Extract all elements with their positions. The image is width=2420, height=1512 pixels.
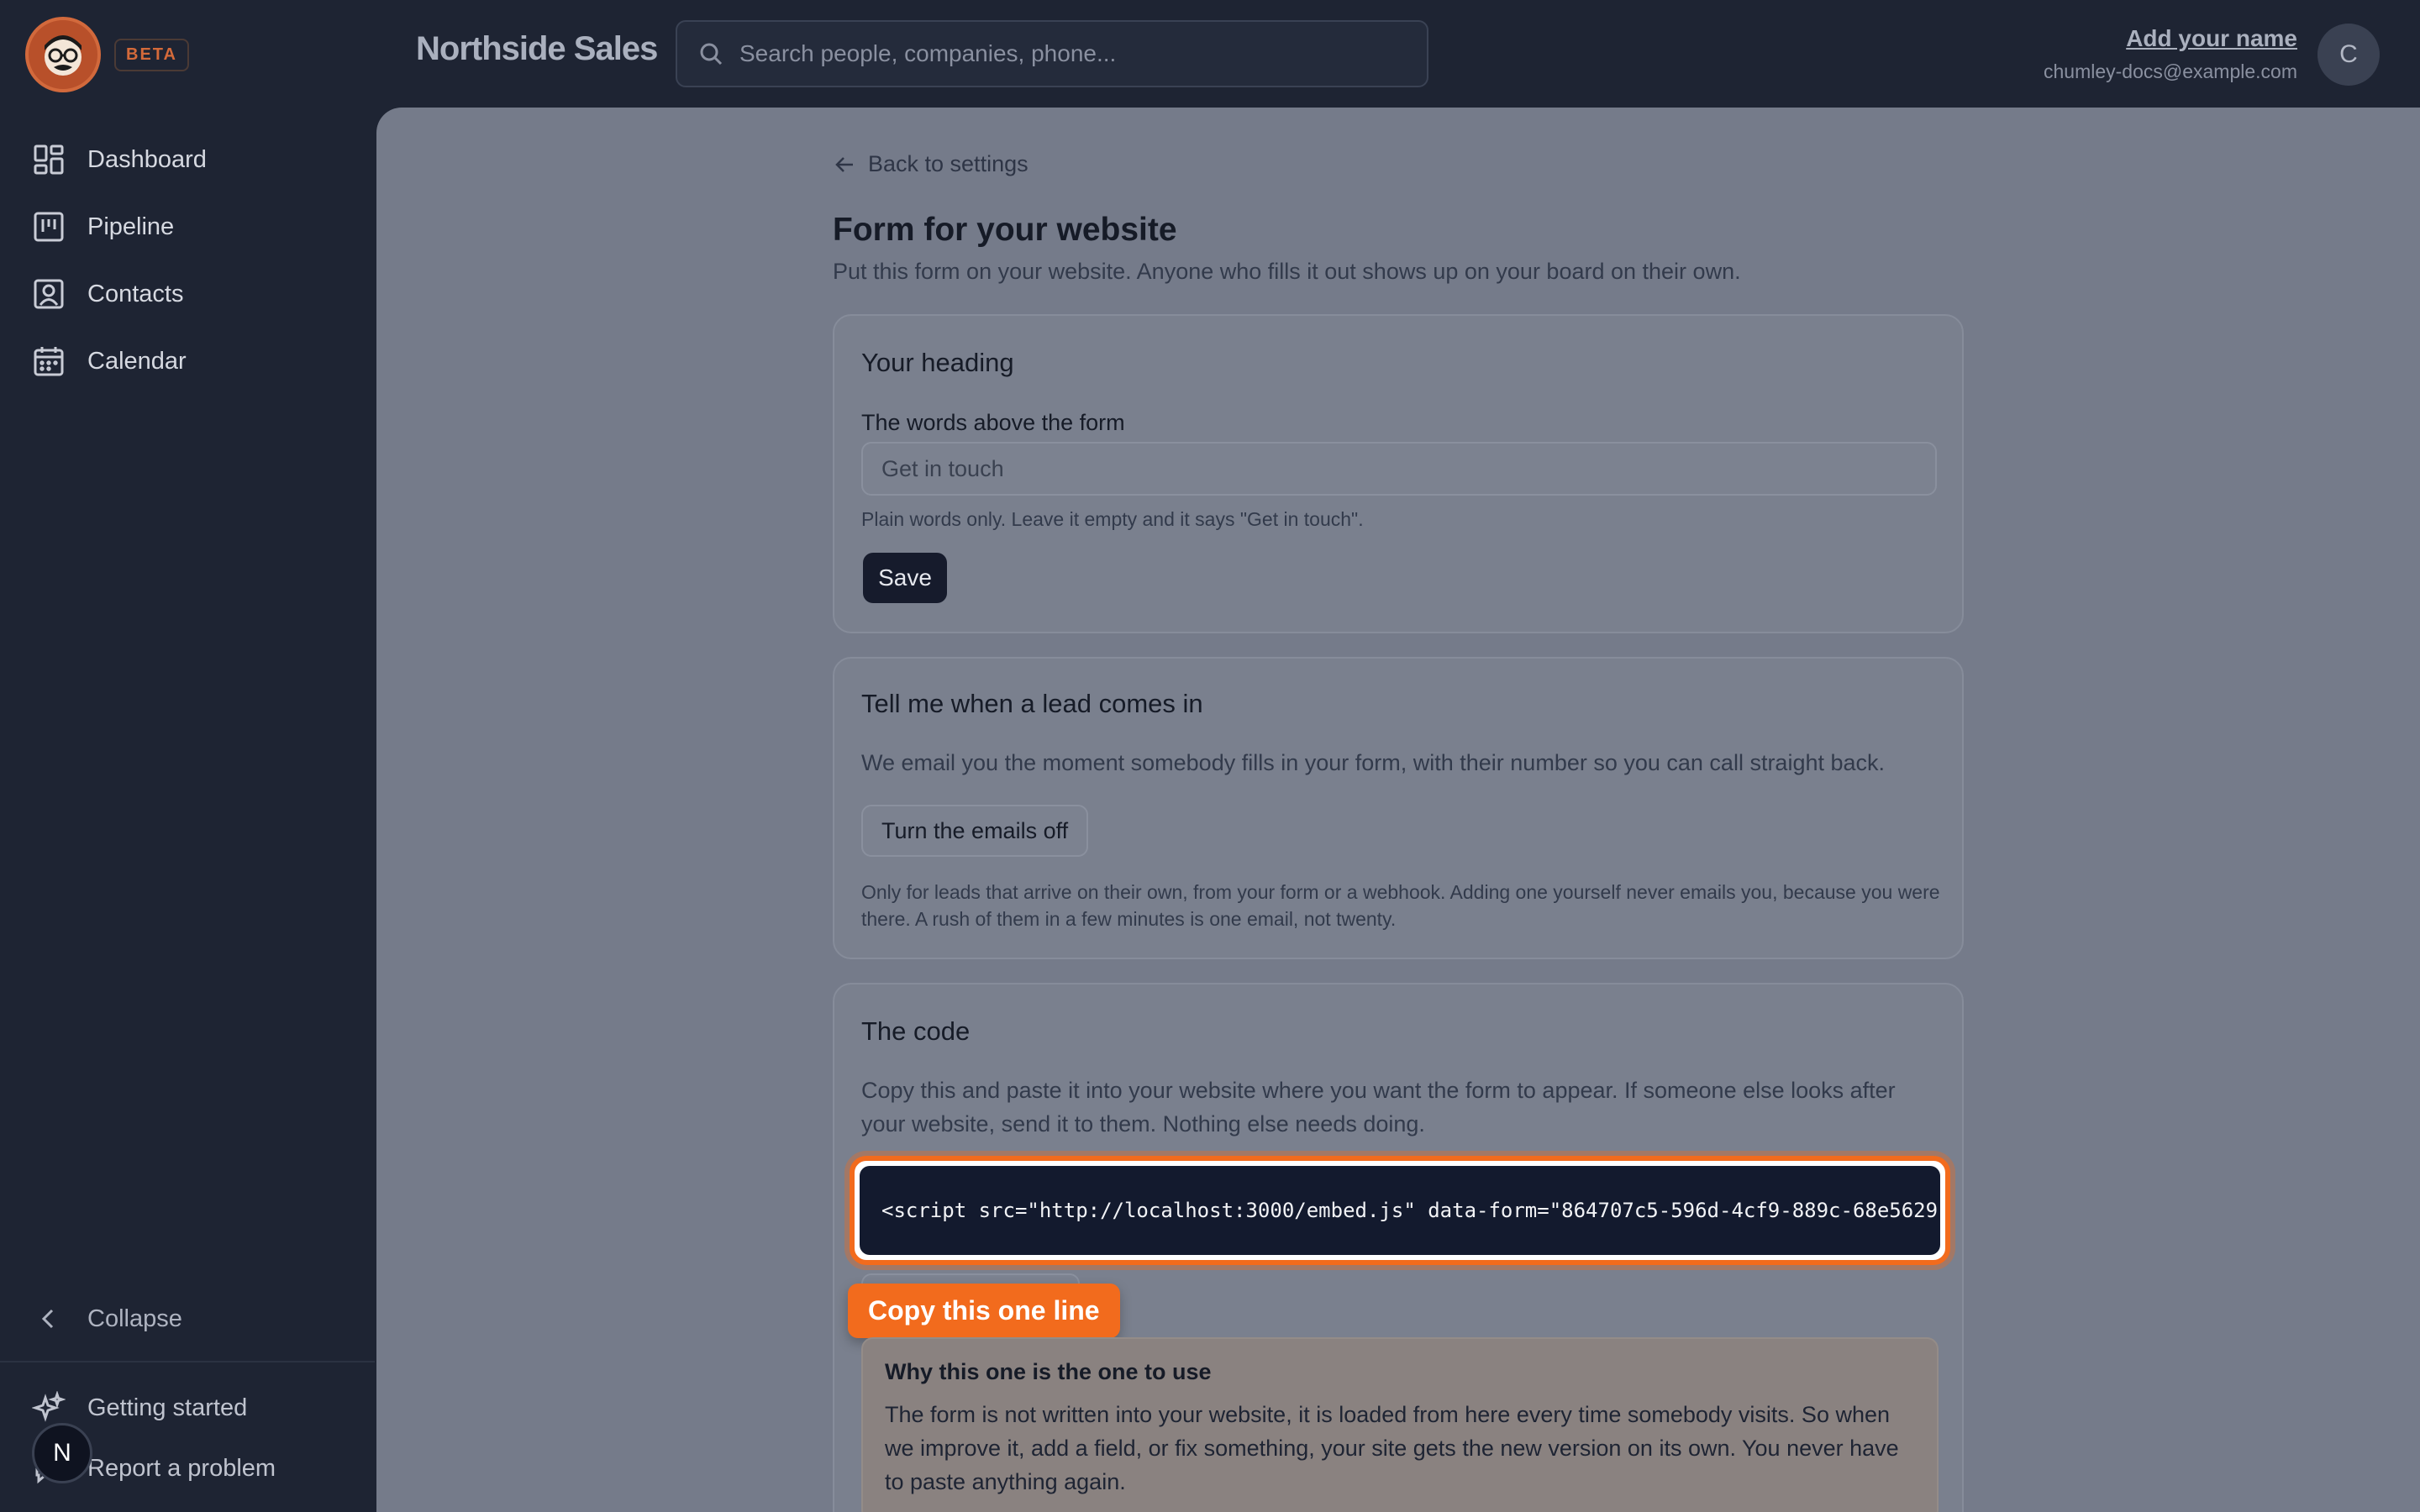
why-title: Why this one is the one to use bbox=[885, 1359, 1212, 1384]
beta-badge: BETA bbox=[114, 38, 189, 71]
code-card: The code Copy this and paste it into you… bbox=[833, 983, 1964, 1512]
save-button[interactable]: Save bbox=[863, 553, 947, 603]
copy-tooltip: Copy this one line bbox=[848, 1284, 1120, 1338]
page-title: Form for your website bbox=[833, 212, 1177, 248]
dashboard-icon bbox=[34, 144, 64, 175]
heading-input[interactable] bbox=[861, 442, 1937, 496]
search-input[interactable] bbox=[739, 40, 1395, 67]
report-problem-label: Report a problem bbox=[87, 1454, 276, 1482]
main-panel: Back to settings Form for your website P… bbox=[376, 108, 2420, 1512]
brand-title: Northside Sales bbox=[416, 30, 658, 67]
card-title: Tell me when a lead comes in bbox=[861, 689, 1203, 718]
logo-row: BETA bbox=[25, 17, 189, 92]
sidebar-item-label: Dashboard bbox=[87, 145, 207, 173]
sparkles-icon bbox=[32, 1391, 66, 1422]
getting-started-label: Getting started bbox=[87, 1394, 248, 1421]
sidebar-item-calendar[interactable]: Calendar bbox=[32, 328, 207, 395]
sidebar-divider bbox=[0, 1361, 375, 1362]
sidebar-nav: Dashboard Pipeline Contacts Calendar bbox=[32, 126, 207, 395]
notify-hint: Only for leads that arrive on their own,… bbox=[861, 881, 1940, 930]
sidebar-item-contacts[interactable]: Contacts bbox=[32, 260, 207, 328]
arrow-left-icon bbox=[835, 156, 853, 172]
search-icon bbox=[700, 43, 723, 66]
app-logo[interactable] bbox=[25, 17, 101, 92]
back-label: Back to settings bbox=[868, 151, 1028, 176]
sidebar: BETA Dashboard Pipeline Contacts Calenda… bbox=[0, 0, 375, 1512]
n-badge[interactable]: N bbox=[32, 1423, 92, 1483]
turn-emails-off-button[interactable]: Turn the emails off bbox=[861, 805, 1089, 857]
notify-card: Tell me when a lead comes in We email yo… bbox=[833, 657, 1964, 959]
collapse-button[interactable]: Collapse bbox=[32, 1285, 182, 1352]
field-hint: Plain words only. Leave it empty and it … bbox=[861, 508, 1364, 530]
sidebar-item-dashboard[interactable]: Dashboard bbox=[32, 126, 207, 193]
back-to-settings-link[interactable]: Back to settings bbox=[833, 151, 1028, 177]
field-label: The words above the form bbox=[861, 410, 1125, 435]
contacts-icon bbox=[34, 279, 64, 309]
chevron-left-icon bbox=[41, 1309, 54, 1329]
heading-card: Your heading The words above the form Pl… bbox=[833, 314, 1964, 633]
mascot-icon bbox=[45, 35, 82, 76]
embed-code-highlight: <script src="http://localhost:3000/embed… bbox=[850, 1156, 1950, 1265]
page-subtitle: Put this form on your website. Anyone wh… bbox=[833, 259, 1741, 284]
user-name-link[interactable]: Add your name bbox=[2044, 25, 2297, 52]
why-text: The form is not written into your websit… bbox=[885, 1402, 1899, 1494]
user-info: Add your name chumley-docs@example.com bbox=[2044, 25, 2297, 83]
embed-code-snippet[interactable]: <script src="http://localhost:3000/embed… bbox=[860, 1166, 1940, 1255]
search-bar[interactable] bbox=[676, 20, 1428, 87]
sidebar-item-label: Pipeline bbox=[87, 213, 175, 240]
sidebar-item-pipeline[interactable]: Pipeline bbox=[32, 193, 207, 260]
calendar-icon bbox=[34, 347, 64, 376]
card-title: The code bbox=[861, 1016, 971, 1046]
avatar[interactable]: C bbox=[2317, 24, 2380, 86]
pipeline-icon bbox=[34, 212, 64, 242]
card-title: Your heading bbox=[861, 348, 1014, 377]
collapse-label: Collapse bbox=[87, 1305, 182, 1332]
sidebar-item-label: Calendar bbox=[87, 347, 187, 375]
notify-description: We email you the moment somebody fills i… bbox=[861, 750, 1886, 775]
code-description: Copy this and paste it into your website… bbox=[861, 1078, 1896, 1137]
why-callout: Why this one is the one to use The form … bbox=[861, 1337, 1939, 1512]
sidebar-item-label: Contacts bbox=[87, 280, 184, 307]
user-email: chumley-docs@example.com bbox=[2043, 60, 2297, 82]
